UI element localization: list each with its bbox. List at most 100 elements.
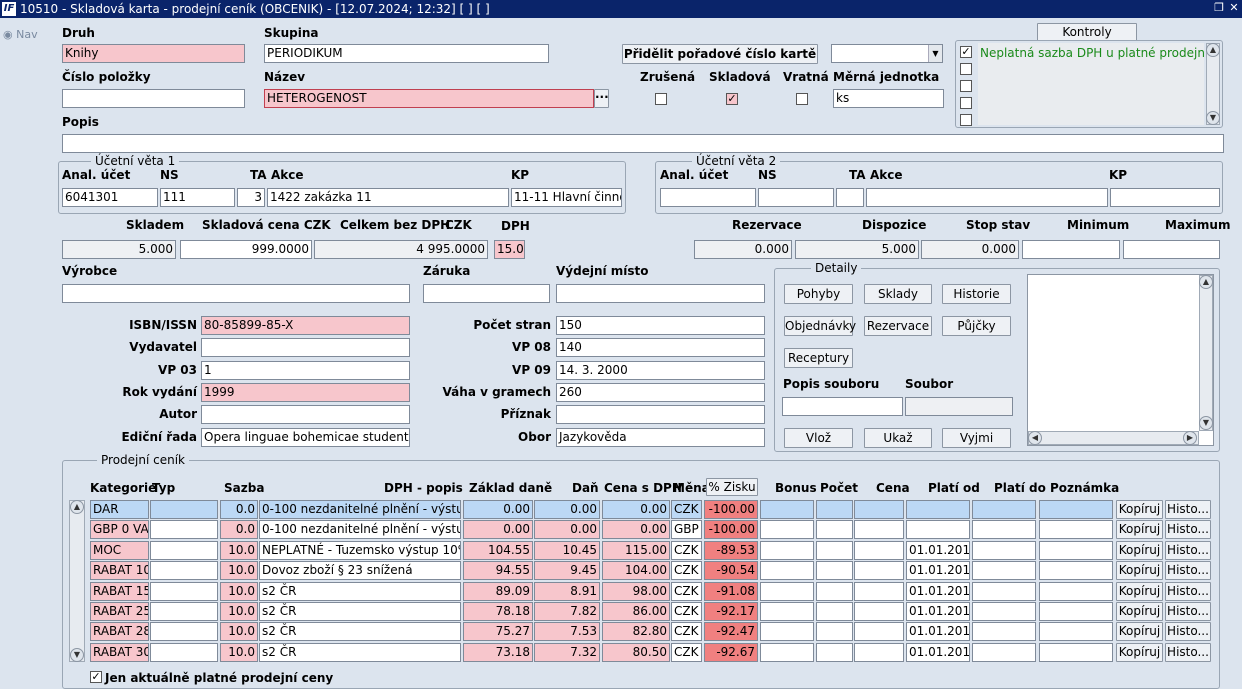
cell-sazba[interactable]: 10.0 [220, 581, 258, 601]
vaha-field[interactable]: 260 [556, 383, 765, 402]
cell-cena[interactable] [854, 520, 904, 540]
scroll-down-icon[interactable]: ▼ [70, 648, 84, 662]
cell-zaklad[interactable]: 104.55 [463, 540, 533, 560]
cell-sazba[interactable]: 10.0 [220, 561, 258, 581]
cell-sazba[interactable]: 0.0 [220, 500, 258, 519]
cislo-field[interactable] [62, 89, 245, 108]
cell-sazba[interactable]: 10.0 [220, 622, 258, 642]
zisk-toggle-button[interactable]: % Zisku [706, 478, 758, 496]
maximum-field[interactable] [1123, 240, 1220, 259]
uv2-akce-field[interactable] [866, 188, 1108, 207]
cell-typ[interactable] [150, 561, 218, 581]
cell-typ[interactable] [150, 602, 218, 621]
copy-row-button[interactable]: Kopíruj [1116, 642, 1163, 662]
close-window-icon[interactable]: ✕ [1227, 1, 1241, 15]
cell-bonus[interactable] [760, 540, 814, 560]
cell-mena[interactable]: CZK [671, 622, 702, 642]
copy-row-button[interactable]: Kopíruj [1116, 520, 1163, 540]
zaruka-field[interactable] [423, 284, 550, 303]
cell-do[interactable] [972, 500, 1036, 519]
cell-zisk[interactable]: -100.00 [704, 500, 758, 519]
cell-bonus[interactable] [760, 622, 814, 642]
cell-zaklad[interactable]: 75.27 [463, 622, 533, 642]
cell-typ[interactable] [150, 622, 218, 642]
cell-cena[interactable]: 0.00 [602, 500, 670, 519]
cell-popis[interactable]: s2 ČR [259, 581, 461, 601]
copy-row-button[interactable]: Kopíruj [1116, 500, 1163, 519]
chevron-down-icon[interactable]: ▼ [928, 45, 942, 62]
cell-zisk[interactable]: -90.54 [704, 561, 758, 581]
vp08-field[interactable]: 140 [556, 338, 765, 357]
cell-typ[interactable] [150, 581, 218, 601]
cell-popis[interactable]: s2 ČR [259, 602, 461, 621]
skladova-cena-field[interactable]: 999.0000 [180, 240, 312, 259]
cell-sazba[interactable]: 0.0 [220, 520, 258, 540]
popis-souboru-field[interactable] [782, 397, 903, 416]
cell-zisk[interactable]: -92.67 [704, 642, 758, 662]
cell-cena[interactable] [854, 561, 904, 581]
restore-window-icon[interactable]: ❐ [1212, 1, 1226, 15]
cell-sazba[interactable]: 10.0 [220, 540, 258, 560]
cell-popis[interactable]: 0-100 nezdanitelné plnění - výstup [259, 500, 461, 519]
vyjmi-button[interactable]: Vyjmi [942, 428, 1011, 448]
history-row-button[interactable]: Histo... [1165, 622, 1211, 642]
vydavatel-field[interactable] [201, 338, 410, 357]
cell-od[interactable] [906, 500, 970, 519]
preview-vscrollbar[interactable] [1199, 275, 1213, 431]
uv2-kp-field[interactable] [1110, 188, 1220, 207]
cell-pozn[interactable] [1039, 561, 1113, 581]
cell-mena[interactable]: CZK [671, 540, 702, 560]
cell-kat[interactable]: GBP 0 VA [90, 520, 149, 540]
cell-typ[interactable] [150, 540, 218, 560]
cell-bonus[interactable] [760, 602, 814, 621]
cell-pozn[interactable] [1039, 622, 1113, 642]
history-row-button[interactable]: Histo... [1165, 500, 1211, 519]
cell-bonus[interactable] [760, 561, 814, 581]
only-valid-checkbox[interactable]: ✓ [90, 671, 102, 683]
kontroly-check-4[interactable] [960, 97, 972, 109]
cell-bonus[interactable] [760, 500, 814, 519]
history-row-button[interactable]: Histo... [1165, 520, 1211, 540]
skladova-checkbox[interactable]: ✓ [726, 93, 738, 105]
cell-popis[interactable]: 0-100 nezdanitelné plnění - výstup [259, 520, 461, 540]
cell-zaklad[interactable]: 73.18 [463, 642, 533, 662]
cell-cena[interactable]: 98.00 [602, 581, 670, 601]
cell-cena[interactable]: 115.00 [602, 540, 670, 560]
cell-od[interactable]: 01.01.2015 [906, 642, 970, 662]
cell-cena[interactable] [854, 581, 904, 601]
cell-zisk[interactable]: -92.17 [704, 602, 758, 621]
history-row-button[interactable]: Histo... [1165, 561, 1211, 581]
cell-od[interactable]: 01.01.2015 [906, 540, 970, 560]
cell-pozn[interactable] [1039, 500, 1113, 519]
cell-cena[interactable] [854, 602, 904, 621]
cell-do[interactable] [972, 581, 1036, 601]
cell-zaklad[interactable]: 89.09 [463, 581, 533, 601]
scroll-left-icon[interactable]: ◀ [1028, 431, 1042, 445]
cell-pocet[interactable] [816, 622, 853, 642]
uv1-ta-field[interactable]: 3 [237, 188, 265, 207]
receptury-button[interactable]: Receptury [784, 348, 853, 368]
cell-dan[interactable]: 7.32 [534, 642, 600, 662]
cell-pocet[interactable] [816, 642, 853, 662]
cell-pocet[interactable] [816, 561, 853, 581]
cell-popis[interactable]: Dovoz zboží § 23 snížená [259, 561, 461, 581]
cell-pocet[interactable] [816, 520, 853, 540]
cell-cena[interactable]: 82.80 [602, 622, 670, 642]
historie-button[interactable]: Historie [942, 284, 1011, 304]
uv1-kp-field[interactable]: 11-11 Hlavní činnos [511, 188, 622, 207]
cell-do[interactable] [972, 602, 1036, 621]
assign-number-button[interactable]: Přidělit pořadové číslo kartě [622, 44, 818, 64]
minimum-field[interactable] [1022, 240, 1120, 259]
history-row-button[interactable]: Histo... [1165, 540, 1211, 560]
cell-dan[interactable]: 0.00 [534, 520, 600, 540]
cell-zaklad[interactable]: 94.55 [463, 561, 533, 581]
pujcky-button[interactable]: Půjčky [942, 316, 1011, 336]
cell-kat[interactable]: MOC [90, 540, 149, 560]
copy-row-button[interactable]: Kopíruj [1116, 622, 1163, 642]
cell-zaklad[interactable]: 78.18 [463, 602, 533, 621]
cell-dan[interactable]: 7.82 [534, 602, 600, 621]
cell-popis[interactable]: s2 ČR [259, 622, 461, 642]
cell-bonus[interactable] [760, 520, 814, 540]
cell-pozn[interactable] [1039, 540, 1113, 560]
vratna-checkbox[interactable] [796, 93, 808, 105]
